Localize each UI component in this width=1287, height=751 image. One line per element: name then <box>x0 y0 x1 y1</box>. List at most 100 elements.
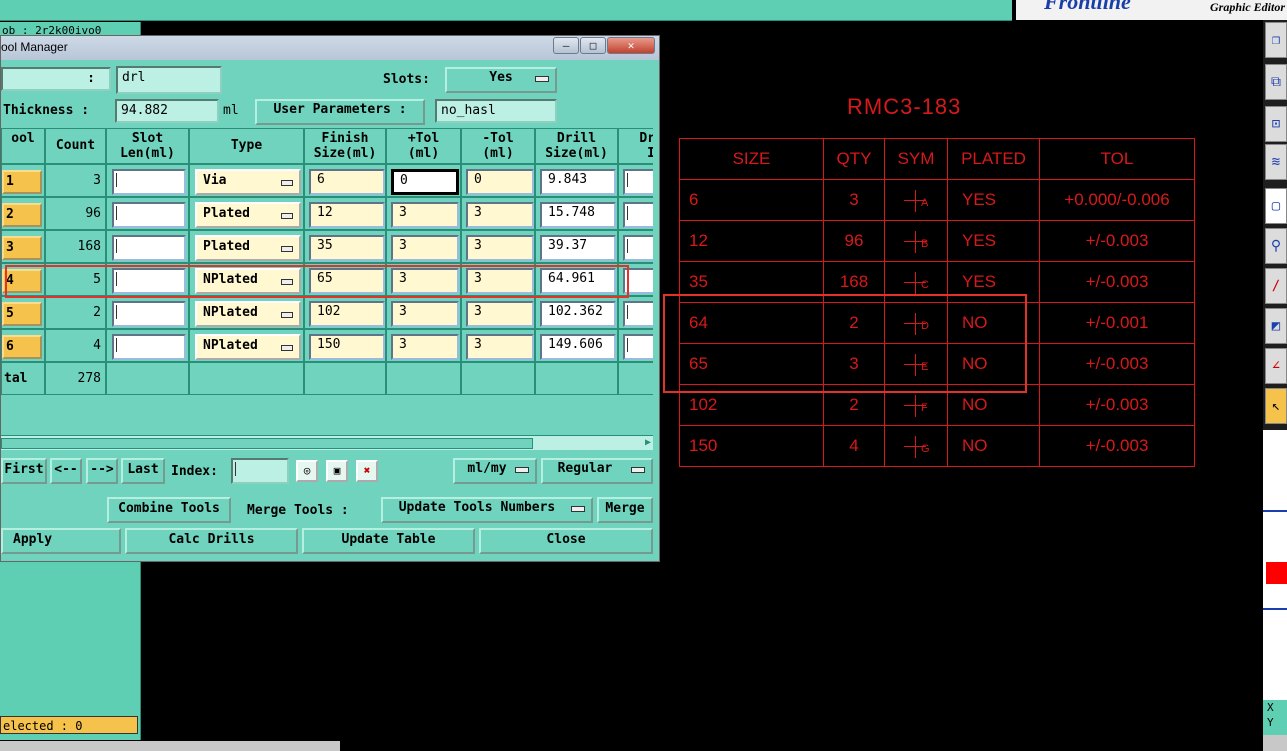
slot-len-input[interactable] <box>112 268 186 294</box>
move-icon[interactable]: ⧉ <box>1265 64 1287 100</box>
minus-tol-input[interactable]: 3 <box>466 268 534 294</box>
drill-size-input[interactable]: 102.362 <box>540 301 616 327</box>
last-button[interactable]: Last <box>121 458 165 484</box>
calc-drills-button[interactable]: Calc Drills <box>125 528 298 554</box>
horizontal-scrollbar[interactable]: ▶ <box>1 435 653 450</box>
units-value: ml/my <box>467 461 507 476</box>
units-dropdown[interactable]: ml/my <box>453 458 537 484</box>
minus-tol-input[interactable]: 3 <box>466 301 534 327</box>
merge-button[interactable]: Merge <box>597 497 653 523</box>
header-slot-unit: Len(ml) <box>120 146 175 161</box>
window-close-button[interactable]: ✕ <box>607 37 655 54</box>
type-dropdown[interactable]: NPlated <box>195 268 301 294</box>
drill-size-input[interactable]: 64.961 <box>540 268 616 294</box>
dr-input[interactable] <box>623 301 653 327</box>
transform-icon[interactable]: ⊡ <box>1265 106 1287 142</box>
plus-tol-input[interactable]: 3 <box>391 268 459 294</box>
header-dr-unit: I <box>647 146 653 161</box>
index-input[interactable] <box>231 458 289 484</box>
type-dropdown[interactable]: NPlated <box>195 301 301 327</box>
minus-tol-input[interactable]: 3 <box>466 235 534 261</box>
shape-icon[interactable]: ◩ <box>1265 308 1287 344</box>
combine-tools-button[interactable]: Combine Tools <box>107 497 231 523</box>
minus-tol-input[interactable]: 3 <box>466 334 534 360</box>
layer-selector[interactable]: : <box>1 67 111 91</box>
finish-size-input[interactable]: 102 <box>309 301 385 327</box>
slot-len-input[interactable] <box>112 334 186 360</box>
update-table-button[interactable]: Update Table <box>302 528 475 554</box>
pointer-icon[interactable]: ↖ <box>1265 388 1287 424</box>
drawing-symbol-cell: C <box>884 261 948 303</box>
close-button[interactable]: Close <box>479 528 653 554</box>
minimize-button[interactable]: — <box>553 37 579 54</box>
drill-cell: 15.748 <box>535 197 618 230</box>
drill-size-input[interactable]: 39.37 <box>540 235 616 261</box>
finish-size-input[interactable]: 12 <box>309 202 385 228</box>
angle-icon[interactable]: ∠ <box>1265 348 1287 384</box>
plus-tol-input[interactable]: 3 <box>391 334 459 360</box>
user-parameters-field[interactable]: no_hasl <box>435 99 557 123</box>
layers-icon[interactable]: ≋ <box>1265 144 1287 180</box>
minus-tol-input[interactable]: 0 <box>466 169 534 195</box>
update-tools-numbers-dropdown[interactable]: Update Tools Numbers <box>381 497 593 523</box>
plus-tol-input[interactable]: 0 <box>391 169 459 195</box>
dr-input[interactable] <box>623 202 653 228</box>
header-drill-text: Drill <box>556 131 597 146</box>
scroll-right-icon[interactable]: ▶ <box>645 437 651 448</box>
prev-button[interactable]: <-- <box>50 458 82 484</box>
tool-number-button[interactable]: 3 <box>2 236 42 260</box>
tool-number-button[interactable]: 5 <box>2 302 42 326</box>
tool-number-button[interactable]: 4 <box>2 269 42 293</box>
drawing-symbol-cell: A <box>884 179 948 221</box>
type-dropdown[interactable]: NPlated <box>195 334 301 360</box>
plus-tol-input[interactable]: 3 <box>391 301 459 327</box>
slot-len-input[interactable] <box>112 235 186 261</box>
first-button[interactable]: First <box>1 458 47 484</box>
type-dropdown[interactable]: Via <box>195 169 301 195</box>
dr-input[interactable] <box>623 169 653 195</box>
minus-tol-input[interactable]: 3 <box>466 202 534 228</box>
dr-input[interactable] <box>623 334 653 360</box>
next-button[interactable]: --> <box>86 458 118 484</box>
tool-number-button[interactable]: 1 <box>2 170 42 194</box>
connect-icon[interactable]: ⚲ <box>1265 228 1287 264</box>
dr-input[interactable] <box>623 268 653 294</box>
finish-size-input[interactable]: 150 <box>309 334 385 360</box>
drill-size-input[interactable]: 15.748 <box>540 202 616 228</box>
copy-icon[interactable]: ❐ <box>1265 22 1287 58</box>
lamp-icon[interactable]: ◎ <box>296 460 318 482</box>
rectangle-icon[interactable]: ▢ <box>1265 188 1287 224</box>
tool-cell: 6 <box>1 329 45 362</box>
image-icon[interactable]: ▣ <box>326 460 348 482</box>
apply-button[interactable]: Apply <box>1 528 121 554</box>
finish-cell: 12 <box>304 197 386 230</box>
finish-size-input[interactable]: 65 <box>309 268 385 294</box>
scrollbar-thumb[interactable] <box>1 438 533 449</box>
maximize-button[interactable]: □ <box>580 37 606 54</box>
slots-dropdown[interactable]: Yes <box>445 67 557 93</box>
thickness-input[interactable]: 94.882 <box>115 99 219 123</box>
header-minus-tol: -Tol (ml) <box>461 128 535 164</box>
plus-tol-input[interactable]: 3 <box>391 235 459 261</box>
tool-number-button[interactable]: 6 <box>2 335 42 359</box>
type-dropdown[interactable]: Plated <box>195 235 301 261</box>
mode-dropdown[interactable]: Regular <box>541 458 653 484</box>
drill-size-input[interactable]: 9.843 <box>540 169 616 195</box>
slot-len-input[interactable] <box>112 169 186 195</box>
window-title-bar[interactable]: ool Manager — □ ✕ <box>1 36 659 60</box>
tool-number-button[interactable]: 2 <box>2 203 42 227</box>
drill-size-input[interactable]: 149.606 <box>540 334 616 360</box>
finish-size-input[interactable]: 35 <box>309 235 385 261</box>
drawing-size-cell: 64 <box>679 302 824 344</box>
header-type-text: Type <box>230 138 263 153</box>
plus-tol-input[interactable]: 3 <box>391 202 459 228</box>
dr-input[interactable] <box>623 235 653 261</box>
slot-len-input[interactable] <box>112 301 186 327</box>
finish-size-input[interactable]: 6 <box>309 169 385 195</box>
delete-icon[interactable]: ✖ <box>356 460 378 482</box>
layer-field[interactable]: drl <box>116 66 222 94</box>
user-parameters-button[interactable]: User Parameters : <box>255 99 425 125</box>
type-dropdown[interactable]: Plated <box>195 202 301 228</box>
slot-len-input[interactable] <box>112 202 186 228</box>
line-icon[interactable]: ∕ <box>1265 268 1287 304</box>
